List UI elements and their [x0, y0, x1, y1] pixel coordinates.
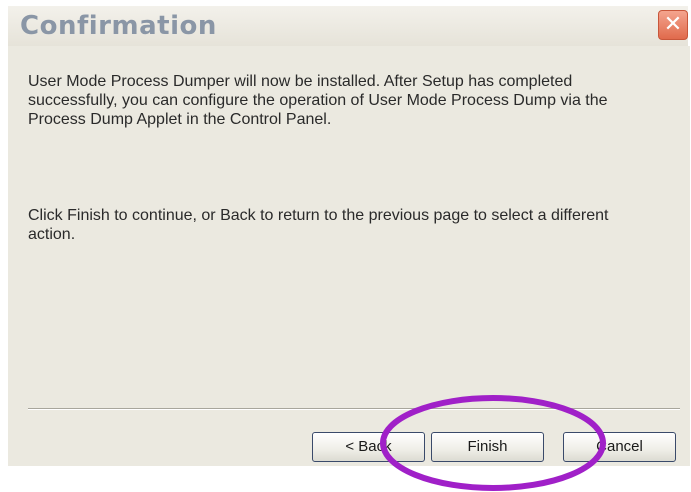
cancel-button[interactable]: Cancel [563, 432, 676, 462]
back-button[interactable]: < Back [312, 432, 425, 462]
dialog-title: Confirmation [20, 11, 217, 41]
close-button[interactable]: ✕ [658, 10, 688, 40]
finish-button[interactable]: Finish [431, 432, 544, 462]
instruction-text: Click Finish to continue, or Back to ret… [28, 207, 609, 243]
close-icon: ✕ [663, 12, 683, 37]
button-separator [28, 408, 680, 410]
setup-dialog: Confirmation ✕ User Mode Process Dumper … [0, 0, 691, 492]
install-info-text: User Mode Process Dumper will now be ins… [28, 73, 608, 128]
title-bar: Confirmation ✕ [8, 6, 688, 46]
